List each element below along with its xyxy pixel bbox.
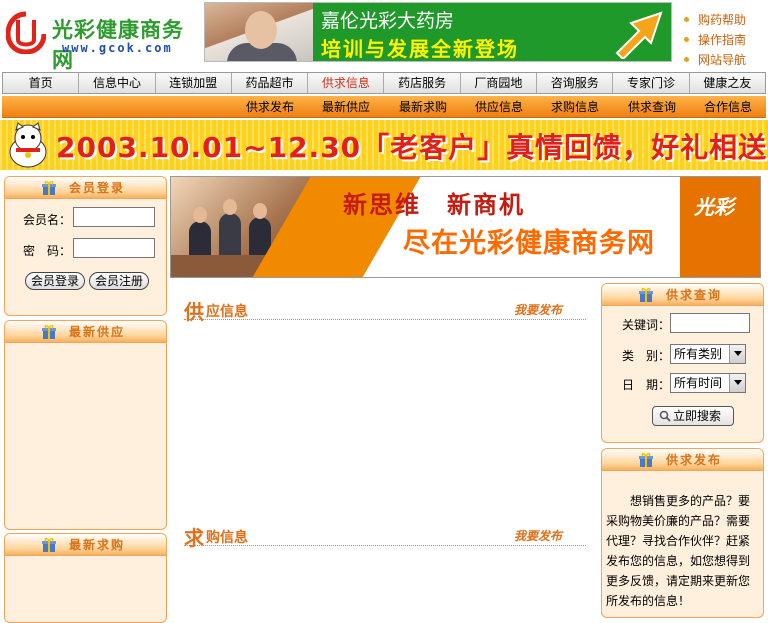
bullet-icon	[684, 37, 689, 42]
supply-heading-big: 供	[184, 300, 204, 324]
subnav-item-query[interactable]: 供求查询	[614, 96, 690, 118]
supply-info-heading: 供 应信息 我要发布	[184, 296, 586, 324]
nav-item-vendors[interactable]: 厂商园地	[461, 73, 538, 93]
chevron-down-icon	[729, 374, 745, 392]
top-banner-ad[interactable]: 嘉伦光彩大药房 培训与发展全新登场	[204, 2, 672, 62]
keyword-label: 关键词：	[622, 318, 671, 332]
search-panel: 供求查询 关键词： 类 别： 所有类别 日 期： 所有时间 立即搜索	[601, 283, 764, 443]
gift-icon	[639, 287, 653, 302]
promo-text: 2003.10.01~12.30「老客户」真情回馈，好礼相送。	[56, 131, 768, 164]
login-button[interactable]: 会员登录	[25, 272, 85, 290]
latest-demand-title: 最新求购	[69, 538, 126, 552]
arrow-icon	[615, 11, 663, 59]
help-link-guide[interactable]: 操作指南	[682, 30, 768, 50]
site-logo[interactable]: 光彩健康商务网 www.gcok.com	[4, 4, 194, 72]
latest-supply-panel: 最新供应	[4, 320, 167, 530]
nav-item-info-center[interactable]: 信息中心	[79, 73, 156, 93]
banner-line-2: 培训与发展全新登场	[321, 37, 519, 61]
subnav-item-supply-info[interactable]: 供应信息	[461, 96, 537, 118]
category-select-value: 所有类别	[674, 347, 723, 361]
password-input[interactable]	[73, 238, 155, 258]
subnav-item-latest-supply[interactable]: 最新供应	[308, 96, 384, 118]
lucky-cat-icon	[9, 122, 47, 168]
help-links: 购药帮助 操作指南 网站导航	[682, 10, 768, 70]
banner-text-area: 嘉伦光彩大药房 培训与发展全新登场	[313, 3, 671, 61]
date-select[interactable]: 所有时间	[670, 373, 746, 393]
latest-supply-title: 最新供应	[69, 325, 126, 339]
bullet-icon	[684, 17, 689, 22]
main-ad-brand: 光彩	[694, 195, 734, 219]
subnav-item-demand-info[interactable]: 求购信息	[537, 96, 613, 118]
search-button[interactable]: 立即搜索	[652, 406, 734, 426]
main-ad-line-1: 新思维 新商机	[343, 191, 525, 219]
nav-item-expert-clinic[interactable]: 专家门诊	[613, 73, 690, 93]
sub-nav: 供求发布 最新供应 最新求购 供应信息 求购信息 供求查询 合作信息	[2, 96, 766, 118]
gift-icon	[639, 452, 653, 467]
promo-banner[interactable]: 2003.10.01~12.30「老客户」真情回馈，好礼相送。	[0, 120, 768, 170]
gift-icon	[42, 324, 56, 339]
username-input[interactable]	[73, 207, 155, 227]
publish-panel: 供求发布 想销售更多的产品？要采购物美价廉的产品？需要代理？寻找合作伙伴？赶紧发…	[601, 448, 764, 618]
date-label: 日 期：	[622, 378, 671, 392]
login-title: 会员登录	[69, 181, 126, 195]
demand-info-heading: 求 购信息 我要发布	[184, 522, 586, 550]
subnav-item-cooperation[interactable]: 合作信息	[690, 96, 766, 118]
username-label: 会员名：	[23, 213, 72, 227]
nav-item-pharmacy-service[interactable]: 药店服务	[384, 73, 461, 93]
banner-line-1: 嘉伦光彩大药房	[321, 10, 455, 32]
latest-demand-panel: 最新求购	[4, 533, 167, 623]
header: 光彩健康商务网 www.gcok.com 嘉伦光彩大药房 培训与发展全新登场 购…	[0, 0, 768, 72]
magnifier-icon	[659, 410, 671, 422]
logo-url: www.gcok.com	[62, 41, 173, 55]
gift-icon	[42, 537, 56, 552]
nav-item-consulting[interactable]: 咨询服务	[537, 73, 614, 93]
nav-item-drug-market[interactable]: 药品超市	[232, 73, 309, 93]
main-nav: 首页 信息中心 连锁加盟 药品超市 供求信息 药店服务 厂商园地 咨询服务 专家…	[2, 72, 766, 94]
nav-item-home[interactable]: 首页	[3, 73, 80, 93]
logo-mark-icon	[6, 11, 46, 54]
banner-photo	[205, 3, 313, 61]
publish-description: 想销售更多的产品？要采购物美价廉的产品？需要代理？寻找合作伙伴？赶紧发布您的信息…	[606, 494, 751, 608]
keyword-input[interactable]	[670, 313, 750, 333]
category-select[interactable]: 所有类别	[670, 344, 746, 364]
nav-item-supply-demand[interactable]: 供求信息	[308, 73, 385, 93]
help-link-purchase[interactable]: 购药帮助	[682, 10, 768, 30]
register-button[interactable]: 会员注册	[89, 272, 149, 290]
chevron-down-icon	[729, 345, 745, 363]
demand-publish-link[interactable]: 我要发布	[514, 527, 562, 544]
nav-item-health-friends[interactable]: 健康之友	[690, 73, 765, 93]
supply-publish-link[interactable]: 我要发布	[514, 301, 562, 318]
date-select-value: 所有时间	[674, 376, 723, 390]
main-ad-line-2: 尽在光彩健康商务网	[403, 228, 655, 259]
search-title: 供求查询	[666, 288, 723, 302]
subnav-item-publish[interactable]: 供求发布	[232, 96, 308, 118]
main-banner-ad[interactable]: 新思维 新商机 尽在光彩健康商务网 光彩	[170, 176, 761, 278]
category-label: 类 别：	[622, 349, 671, 363]
subnav-item-latest-demand[interactable]: 最新求购	[385, 96, 461, 118]
help-link-sitemap[interactable]: 网站导航	[682, 50, 768, 70]
demand-heading-small: 购信息	[206, 530, 248, 546]
publish-title: 供求发布	[666, 453, 723, 467]
supply-heading-small: 应信息	[206, 304, 248, 320]
password-label: 密 码：	[23, 244, 72, 258]
bullet-icon	[684, 57, 689, 62]
login-panel: 会员登录 会员名： 密 码： 会员登录 会员注册	[4, 176, 167, 316]
search-button-label: 立即搜索	[673, 409, 722, 423]
gift-icon	[42, 180, 56, 195]
nav-item-franchise[interactable]: 连锁加盟	[156, 73, 232, 93]
demand-heading-big: 求	[184, 526, 204, 550]
